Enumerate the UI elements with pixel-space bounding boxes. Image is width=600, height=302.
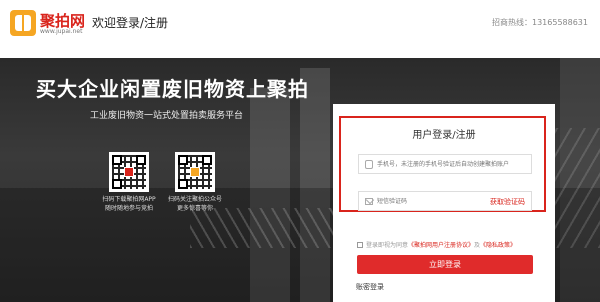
wechat-qr-code	[175, 152, 215, 192]
logo-url: www.jupai.net	[40, 28, 83, 35]
app-qr-block: 扫码下载聚拍网APP 随时随地参与竞拍	[94, 152, 164, 213]
mail-icon	[365, 198, 373, 205]
hotline: 招商热线：13165588631	[492, 17, 588, 28]
phone-field[interactable]	[358, 154, 532, 174]
sms-code-field[interactable]: 获取验证码	[358, 191, 532, 211]
get-code-button[interactable]: 获取验证码	[490, 197, 525, 207]
login-button[interactable]: 立即登录	[357, 255, 533, 274]
logo-icon	[10, 10, 36, 36]
app-qr-caption: 扫码下载聚拍网APP 随时随地参与竞拍	[102, 196, 156, 212]
hero-slogan: 买大企业闲置废旧物资上聚拍	[36, 77, 309, 101]
wechat-qr-caption: 扫码关注聚拍公众号 更多惊喜等你	[167, 196, 222, 212]
password-login-link[interactable]: 账密登录	[356, 282, 384, 292]
user-agreement-link[interactable]: 《聚拍网用户注册协议》	[408, 240, 474, 249]
hotline-number: 13165588631	[532, 18, 588, 27]
wechat-qr-block: 扫码关注聚拍公众号 更多惊喜等你	[160, 152, 230, 213]
bridge-truss-image	[190, 208, 340, 248]
logo[interactable]: 聚拍网 www.jupai.net	[10, 8, 90, 40]
hero-sub-slogan: 工业废旧物资一站式处置拍卖服务平台	[90, 111, 244, 121]
app-qr-code	[109, 152, 149, 192]
phone-input[interactable]	[377, 157, 527, 172]
sms-code-input[interactable]	[377, 194, 477, 209]
agree-prefix: 登录即视为同意	[366, 242, 409, 249]
agreement-row: 登录即视为同意 《聚拍网用户注册协议》 及 《隐私政策》	[357, 240, 516, 249]
agree-checkbox[interactable]	[357, 241, 363, 248]
login-title: 用户登录/注册	[412, 130, 476, 141]
site-header: 聚拍网 www.jupai.net 欢迎登录/注册 招商热线：131655886…	[0, 0, 600, 58]
hotline-label: 招商热线：	[492, 18, 532, 27]
page-title: 欢迎登录/注册	[92, 16, 169, 30]
privacy-policy-link[interactable]: 《隐私政策》	[480, 240, 516, 249]
phone-icon	[365, 160, 373, 169]
